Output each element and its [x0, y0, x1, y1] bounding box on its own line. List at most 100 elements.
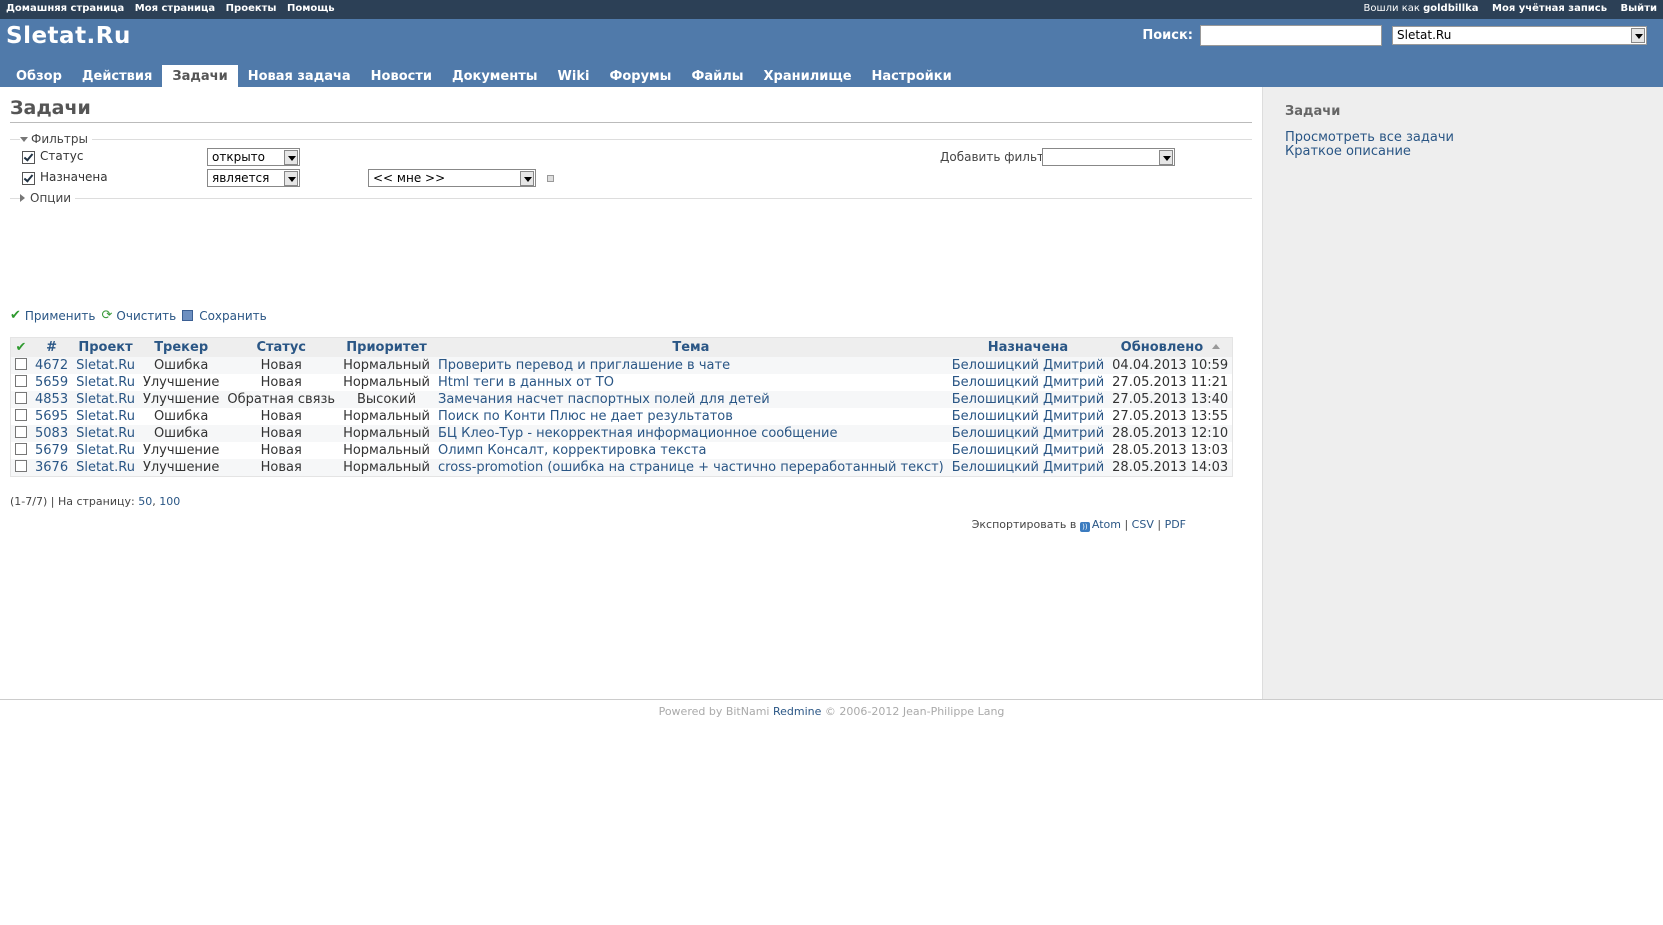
tab-files[interactable]: Файлы [681, 65, 753, 87]
tab-documents[interactable]: Документы [442, 65, 548, 87]
issue-subject[interactable]: Замечания насчет паспортных полей для де… [438, 392, 770, 407]
remove-filter-icon[interactable] [547, 175, 554, 182]
tab-repository[interactable]: Хранилище [754, 65, 862, 87]
export-pdf[interactable]: PDF [1165, 518, 1186, 531]
tab-settings[interactable]: Настройки [862, 65, 962, 87]
issue-subject[interactable]: Html теги в данных от ТО [438, 375, 614, 390]
row-checkbox[interactable] [15, 409, 27, 421]
save-label[interactable]: Сохранить [199, 309, 267, 323]
issue-id[interactable]: 5695 [35, 409, 68, 424]
issue-subject[interactable]: Поиск по Конти Плюс не дает результатов [438, 409, 733, 424]
per-page-50[interactable]: 50 [138, 495, 152, 508]
row-checkbox[interactable] [15, 375, 27, 387]
table-row[interactable]: 5659 Sletat.Ru Улучшение Новая Нормальный Htm… [10, 374, 1233, 391]
footer-redmine-link[interactable]: Redmine [773, 705, 821, 718]
save-disk-icon [182, 310, 194, 321]
issue-id[interactable]: 5679 [35, 443, 68, 458]
top-link-home[interactable]: Домашняя страница [6, 3, 124, 14]
issue-subject[interactable]: БЦ Клео-Тур - некорректная информационно… [438, 426, 837, 441]
issue-assignee[interactable]: Белошицкий Дмитрий [952, 392, 1104, 407]
per-page-100[interactable]: 100 [159, 495, 180, 508]
tab-news[interactable]: Новости [361, 65, 442, 87]
top-link-projects[interactable]: Проекты [226, 3, 277, 14]
issue-project[interactable]: Sletat.Ru [76, 409, 135, 424]
export-atom[interactable]: Atom [1092, 518, 1121, 531]
col-header-project[interactable]: Проект [72, 337, 139, 357]
issue-assignee[interactable]: Белошицкий Дмитрий [952, 375, 1104, 390]
filter-assigned-value-select[interactable]: << мне >> [368, 169, 536, 187]
top-link-help[interactable]: Помощь [287, 3, 335, 14]
export-csv[interactable]: CSV [1132, 518, 1154, 531]
col-header-id[interactable]: # [31, 337, 73, 357]
issue-project[interactable]: Sletat.Ru [76, 392, 135, 407]
filter-assigned-operator[interactable]: является [207, 169, 300, 187]
issue-subject[interactable]: cross-promotion (ошибка на странице + ча… [438, 460, 944, 475]
filter-assigned-label: Назначена [40, 170, 108, 184]
my-account-link[interactable]: Моя учётная запись [1492, 3, 1607, 14]
issue-subject[interactable]: Проверить перевод и приглашение в чате [438, 358, 730, 373]
row-checkbox[interactable] [15, 358, 27, 370]
issue-project[interactable]: Sletat.Ru [76, 375, 135, 390]
col-header-priority[interactable]: Приоритет [339, 337, 434, 357]
apply-label[interactable]: Применить [25, 309, 96, 323]
filter-assigned-checkbox[interactable] [22, 172, 35, 185]
add-filter-select[interactable] [1042, 148, 1175, 166]
table-row[interactable]: 4853 Sletat.Ru Улучшение Обратная связь Высо… [10, 391, 1233, 408]
filters-legend[interactable]: Фильтры [10, 132, 1252, 146]
col-header-assigned[interactable]: Назначена [947, 337, 1109, 357]
issue-assignee[interactable]: Белошицкий Дмитрий [952, 409, 1104, 424]
issue-subject[interactable]: Олимп Консалт, корректировка текста [438, 443, 706, 458]
options-toggle[interactable]: Опции [20, 191, 76, 205]
col-header-status[interactable]: Статус [223, 337, 340, 357]
row-checkbox[interactable] [15, 460, 27, 472]
issue-assignee[interactable]: Белошицкий Дмитрий [952, 460, 1104, 475]
issue-id[interactable]: 5083 [35, 426, 68, 441]
sidebar-link-summary[interactable]: Краткое описание [1285, 145, 1641, 159]
filter-status-operator[interactable]: открыто [207, 148, 300, 166]
row-checkbox[interactable] [15, 392, 27, 404]
table-row[interactable]: 5083 Sletat.Ru Ошибка Новая Нормальный БЦ Кле… [10, 425, 1233, 442]
tab-activity[interactable]: Действия [72, 65, 162, 87]
issue-project[interactable]: Sletat.Ru [76, 460, 135, 475]
col-header-updated[interactable]: Обновлено [1108, 337, 1233, 357]
filters-toggle[interactable]: Фильтры [20, 132, 92, 146]
clear-label[interactable]: Очистить [116, 309, 176, 323]
issue-id[interactable]: 3676 [35, 460, 68, 475]
apply-button[interactable]: ✔ Применить [10, 308, 96, 323]
issue-project[interactable]: Sletat.Ru [76, 443, 135, 458]
table-row[interactable]: 5679 Sletat.Ru Улучшение Новая Нормальный Оли… [10, 442, 1233, 459]
save-button[interactable]: Сохранить [182, 309, 267, 323]
row-checkbox[interactable] [15, 426, 27, 438]
filter-status-checkbox[interactable] [22, 151, 35, 164]
username[interactable]: goldbillka [1423, 3, 1478, 14]
table-row[interactable]: 5695 Sletat.Ru Ошибка Новая Нормальный Поиск … [10, 408, 1233, 425]
table-row[interactable]: 3676 Sletat.Ru Улучшение Новая Нормальный cro… [10, 459, 1233, 477]
issue-id[interactable]: 4672 [35, 358, 68, 373]
search-input[interactable] [1200, 25, 1382, 46]
top-link-my-page[interactable]: Моя страница [135, 3, 215, 14]
tab-new-issue[interactable]: Новая задача [238, 65, 361, 87]
row-checkbox[interactable] [15, 443, 27, 455]
issue-id[interactable]: 4853 [35, 392, 68, 407]
issue-project[interactable]: Sletat.Ru [76, 426, 135, 441]
col-header-subject[interactable]: Тема [434, 337, 948, 357]
toggle-all-checkbox[interactable]: ✔ [10, 337, 31, 357]
project-jump-select[interactable]: Sletat.Ru [1392, 26, 1647, 45]
issue-assignee[interactable]: Белошицкий Дмитрий [952, 358, 1104, 373]
tab-issues[interactable]: Задачи [162, 65, 238, 87]
issue-project[interactable]: Sletat.Ru [76, 358, 135, 373]
tab-overview[interactable]: Обзор [6, 65, 72, 87]
issue-id[interactable]: 5659 [35, 375, 68, 390]
logout-link[interactable]: Выйти [1621, 3, 1657, 14]
issue-status-cell: Новая [223, 442, 340, 459]
tab-wiki[interactable]: Wiki [548, 65, 600, 87]
table-row[interactable]: 4672 Sletat.Ru Ошибка Новая Нормальный Провер… [10, 357, 1233, 374]
sidebar-link-all-issues[interactable]: Просмотреть все задачи [1285, 131, 1641, 145]
issue-assignee[interactable]: Белошицкий Дмитрий [952, 443, 1104, 458]
issue-assignee[interactable]: Белошицкий Дмитрий [952, 426, 1104, 441]
options-legend[interactable]: Опции [10, 191, 1252, 205]
issue-tracker-cell: Ошибка [138, 357, 224, 374]
col-header-tracker[interactable]: Трекер [138, 337, 224, 357]
tab-forums[interactable]: Форумы [599, 65, 681, 87]
clear-button[interactable]: ⟳ Очистить [102, 308, 177, 323]
